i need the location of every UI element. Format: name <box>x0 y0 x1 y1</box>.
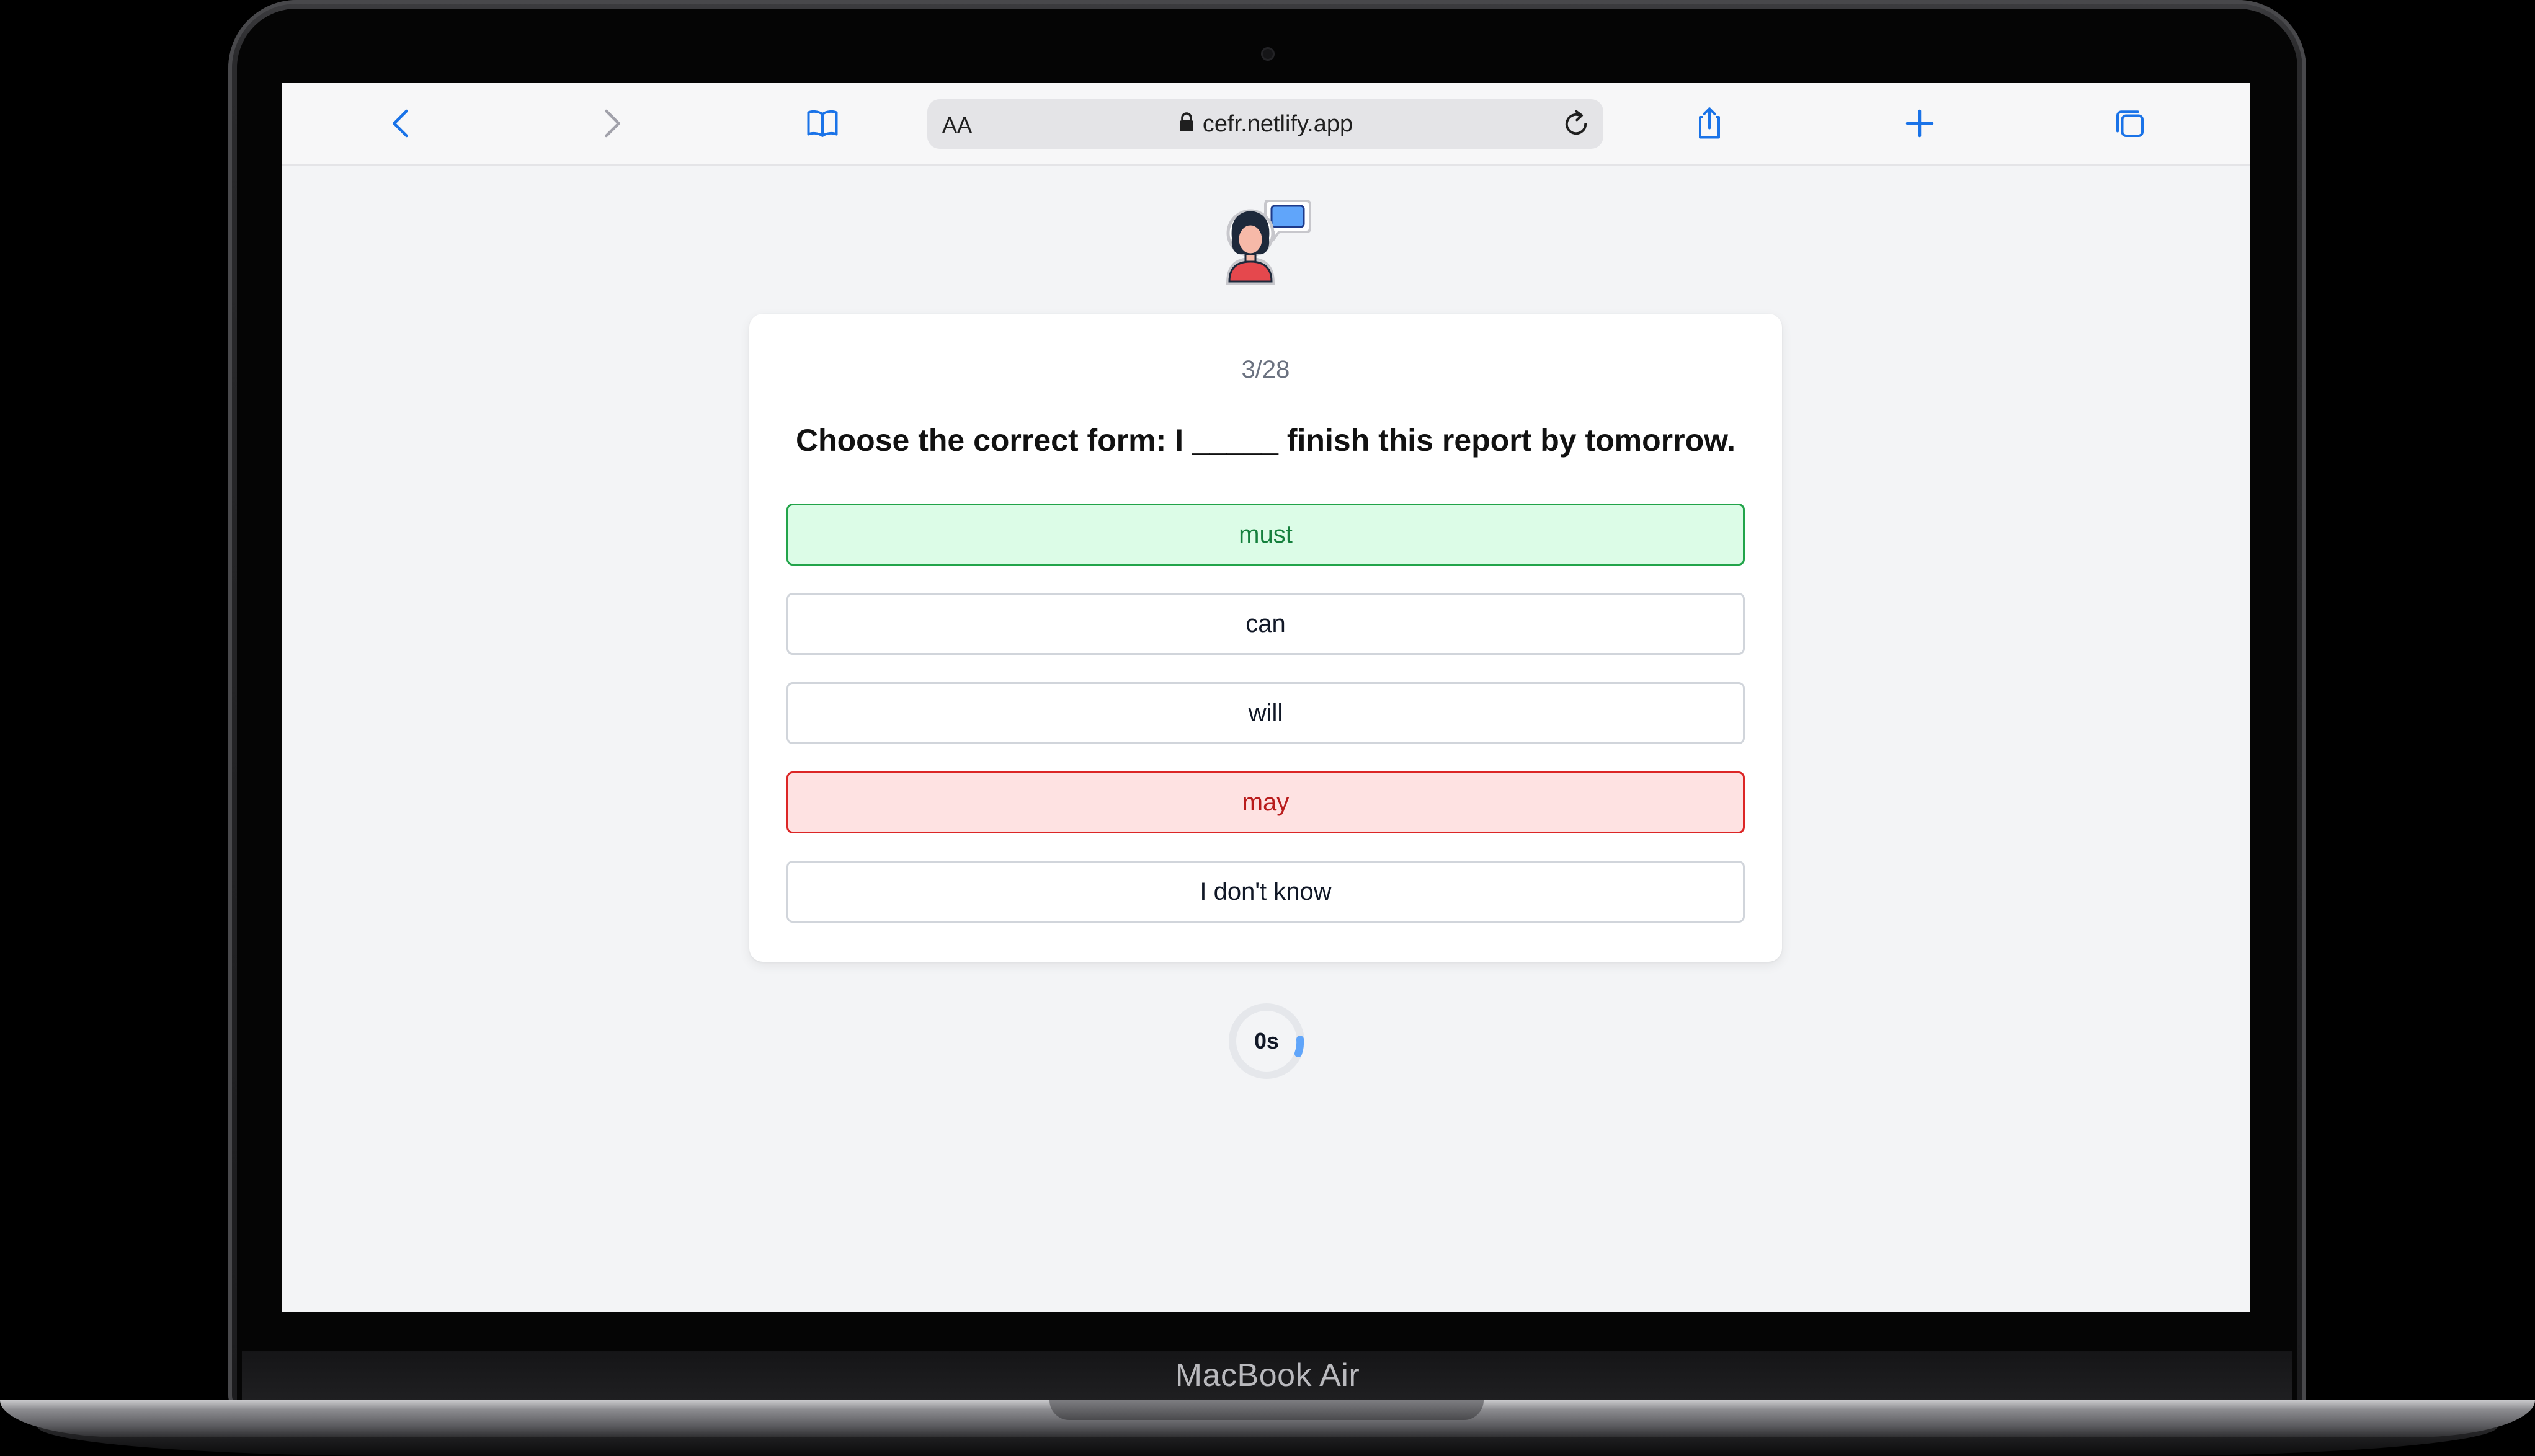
quiz-card: 3/28 Choose the correct form: I _____ fi… <box>749 314 1782 962</box>
share-icon[interactable] <box>1689 103 1730 144</box>
timer: 0s <box>1226 1001 1307 1081</box>
url-text: cefr.netlify.app <box>1202 111 1353 137</box>
forward-icon[interactable] <box>590 103 631 144</box>
question-text: Choose the correct form: I _____ finish … <box>795 423 1736 458</box>
bookmarks-icon[interactable] <box>802 103 843 144</box>
option-must[interactable]: must <box>786 504 1745 566</box>
timer-label: 0s <box>1254 1028 1280 1054</box>
lock-icon <box>1178 100 1195 150</box>
option-may[interactable]: may <box>786 771 1745 833</box>
address-bar[interactable]: AA cefr.netlify.app <box>927 99 1603 149</box>
tabs-icon[interactable] <box>2110 103 2150 144</box>
reload-icon[interactable] <box>1556 104 1596 144</box>
laptop-notch <box>1049 1400 1484 1420</box>
camera <box>1261 47 1275 61</box>
back-icon[interactable] <box>381 103 422 144</box>
browser-toolbar: AA cefr.netlify.app <box>282 83 2250 166</box>
device-label: MacBook Air <box>1175 1357 1360 1393</box>
new-tab-icon[interactable] <box>1899 103 1940 144</box>
question-counter: 3/28 <box>1241 356 1290 383</box>
tutor-avatar-icon <box>1216 195 1318 288</box>
option-can[interactable]: can <box>786 593 1745 655</box>
option-will[interactable]: will <box>786 682 1745 744</box>
screen: AA cefr.netlify.app 3/28 Choose the corr… <box>282 83 2250 1312</box>
url-display[interactable]: cefr.netlify.app <box>927 99 1603 149</box>
option-i-dont-know[interactable]: I don't know <box>786 861 1745 923</box>
